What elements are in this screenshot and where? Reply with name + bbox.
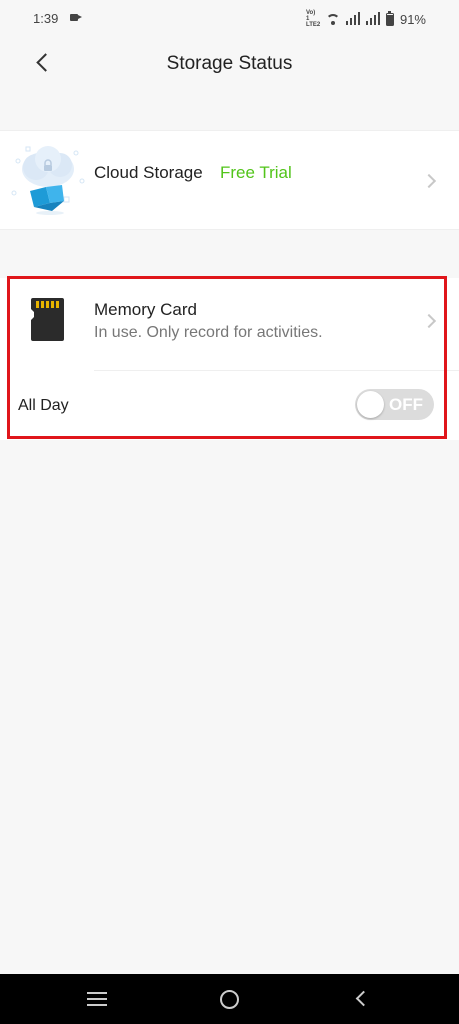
- memory-card-row[interactable]: Memory Card In use. Only record for acti…: [0, 278, 459, 370]
- section-gap: [0, 90, 459, 130]
- nav-back-icon[interactable]: [355, 990, 372, 1007]
- memory-card-title: Memory Card: [94, 300, 197, 319]
- all-day-label: All Day: [18, 397, 69, 414]
- status-time: 1:39: [33, 11, 59, 26]
- header: Storage Status: [0, 38, 459, 90]
- system-navigation-bar: [0, 974, 459, 1024]
- chevron-right-icon: [421, 313, 437, 329]
- video-recording-icon: [70, 14, 82, 21]
- wifi-icon: [325, 12, 340, 26]
- all-day-toggle[interactable]: OFF: [355, 389, 434, 420]
- volte-line1: Vo) 1: [305, 10, 316, 22]
- memory-card-status: In use. Only record for activities.: [94, 324, 323, 341]
- page-title: Storage Status: [166, 53, 293, 74]
- divider: [94, 370, 459, 371]
- toggle-state-text: OFF: [389, 395, 423, 414]
- signal-icon: [345, 12, 360, 26]
- status-bar: 1:39 Vo) 1 LTE2 91%: [0, 0, 459, 38]
- cloud-storage-icon: [11, 146, 85, 215]
- chevron-right-icon: [421, 173, 437, 189]
- memory-card-section: Memory Card In use. Only record for acti…: [0, 278, 459, 438]
- empty-content-area: [0, 440, 459, 974]
- free-trial-badge: Free Trial: [220, 163, 292, 182]
- volte-indicator: Vo) 1 LTE2: [306, 10, 320, 28]
- toggle-knob: [357, 391, 384, 418]
- volte-line2: LTE2: [305, 22, 321, 28]
- cloud-storage-title: Cloud Storage: [94, 163, 203, 182]
- home-icon[interactable]: [220, 990, 239, 1009]
- signal-icon: [365, 12, 380, 26]
- battery-level: 91%: [399, 11, 426, 27]
- status-icons: Vo) 1 LTE2 91%: [306, 10, 426, 28]
- section-gap: [0, 230, 459, 278]
- battery-icon: [385, 10, 394, 26]
- sd-card-icon: [31, 298, 64, 341]
- menu-icon[interactable]: [87, 992, 107, 1006]
- cloud-storage-row[interactable]: Cloud Storage Free Trial: [0, 130, 459, 230]
